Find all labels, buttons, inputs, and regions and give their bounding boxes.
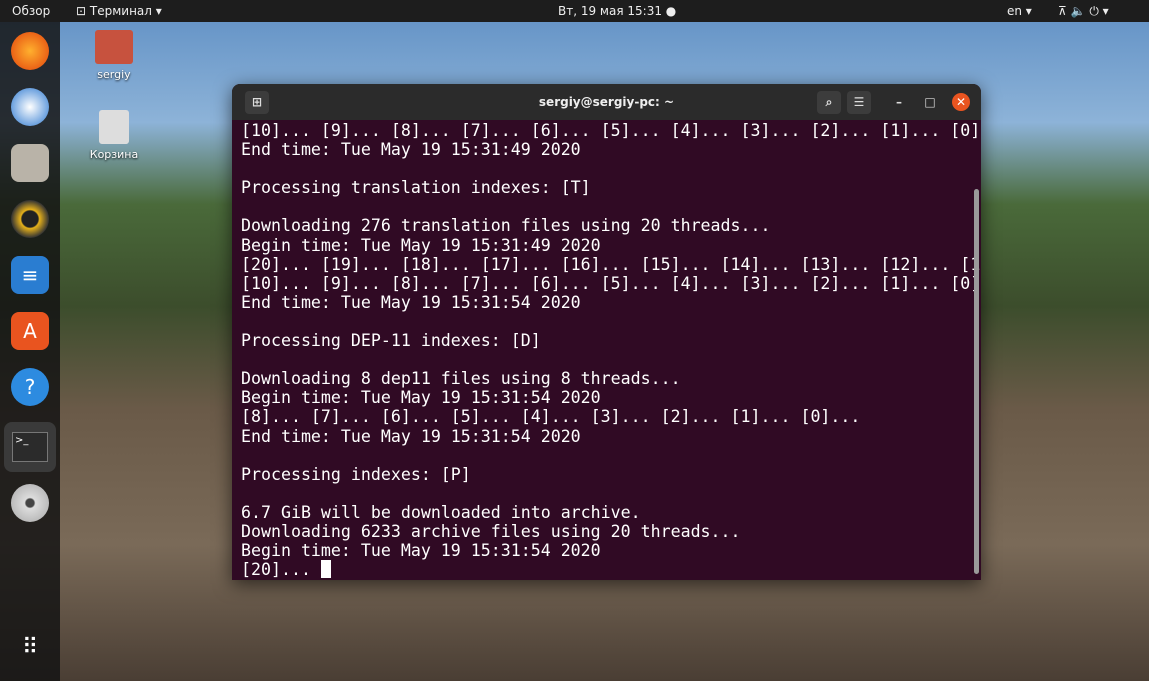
menu-button[interactable]: ☰ — [847, 91, 871, 114]
desktop-trash[interactable]: Корзина — [84, 110, 144, 161]
system-menu[interactable]: ⊼ 🔈 ⏻ ▾ — [1058, 4, 1109, 19]
terminal-line: End time: Tue May 19 15:31:49 2020 — [241, 140, 581, 160]
home-folder-icon — [95, 30, 133, 64]
dvd-icon[interactable] — [11, 484, 49, 522]
prompt-line: [20]... — [241, 560, 971, 579]
progress-text: [20]... — [241, 560, 321, 580]
terminal-line: [20]... [19]... [18]... [17]... [16]... … — [241, 254, 981, 274]
language-selector[interactable]: en ▾ — [1007, 4, 1032, 18]
show-apps-icon[interactable]: ⠿ — [11, 628, 49, 666]
files-icon[interactable] — [11, 144, 49, 182]
terminal-dock-icon[interactable]: >_ — [4, 422, 56, 472]
dock: ≡ A ? >_ ⠿ — [0, 22, 60, 681]
cursor — [320, 560, 331, 579]
close-button[interactable]: ✕ — [952, 93, 970, 111]
terminal-line: Begin time: Tue May 19 15:31:49 2020 — [241, 235, 601, 255]
top-bar: Обзор ⊡ Терминал ▾ Вт, 19 мая 15:31 ● en… — [0, 0, 1149, 22]
writer-icon[interactable]: ≡ — [11, 256, 49, 294]
terminal-icon: ⊡ — [76, 4, 87, 18]
desktop-home[interactable]: sergiy — [84, 30, 144, 81]
scrollbar[interactable] — [974, 189, 979, 574]
terminal-line: Begin time: Tue May 19 15:31:54 2020 — [241, 541, 601, 561]
search-button[interactable]: ⌕ — [817, 91, 841, 114]
trash-icon — [99, 110, 129, 144]
maximize-button[interactable]: □ — [918, 91, 942, 114]
app-menu[interactable]: ⊡ Терминал ▾ — [76, 4, 162, 18]
terminal-line: Downloading 8 dep11 files using 8 thread… — [241, 369, 681, 389]
minimize-button[interactable]: – — [887, 91, 911, 114]
rhythmbox-icon[interactable] — [11, 200, 49, 238]
terminal-line: [10]... [9]... [8]... [7]... [6]... [5].… — [241, 121, 981, 140]
terminal-line: End time: Tue May 19 15:31:54 2020 — [241, 426, 581, 446]
terminal-line: Processing DEP-11 indexes: [D] — [241, 331, 541, 351]
terminal-line: [10]... [9]... [8]... [7]... [6]... [5].… — [241, 273, 981, 293]
terminal-window: ⊞ sergiy@sergiy-pc: ~ ⌕ ☰ – □ ✕ [10]... … — [232, 84, 981, 580]
firefox-icon[interactable] — [11, 32, 49, 70]
terminal-line: Begin time: Tue May 19 15:31:54 2020 — [241, 388, 601, 408]
terminal-line: Processing indexes: [P] — [241, 464, 471, 484]
terminal-line: [8]... [7]... [6]... [5]... [4]... [3]..… — [241, 407, 861, 427]
clock[interactable]: Вт, 19 мая 15:31 ● — [558, 4, 676, 18]
title-bar: ⊞ sergiy@sergiy-pc: ~ ⌕ ☰ – □ ✕ — [232, 84, 981, 120]
software-center-icon[interactable]: A — [11, 312, 49, 350]
help-icon[interactable]: ? — [11, 368, 49, 406]
terminal-icon: >_ — [12, 432, 48, 462]
thunderbird-icon[interactable] — [11, 88, 49, 126]
activities-button[interactable]: Обзор — [12, 4, 50, 18]
terminal-line: End time: Tue May 19 15:31:54 2020 — [241, 292, 581, 312]
terminal-line: Downloading 6233 archive files using 20 … — [241, 521, 741, 541]
terminal-line: 6.7 GiB will be downloaded into archive. — [241, 502, 641, 522]
terminal-line: Processing translation indexes: [T] — [241, 178, 591, 198]
terminal-line: Downloading 276 translation files using … — [241, 216, 771, 236]
terminal-output[interactable]: [10]... [9]... [8]... [7]... [6]... [5].… — [241, 121, 981, 580]
